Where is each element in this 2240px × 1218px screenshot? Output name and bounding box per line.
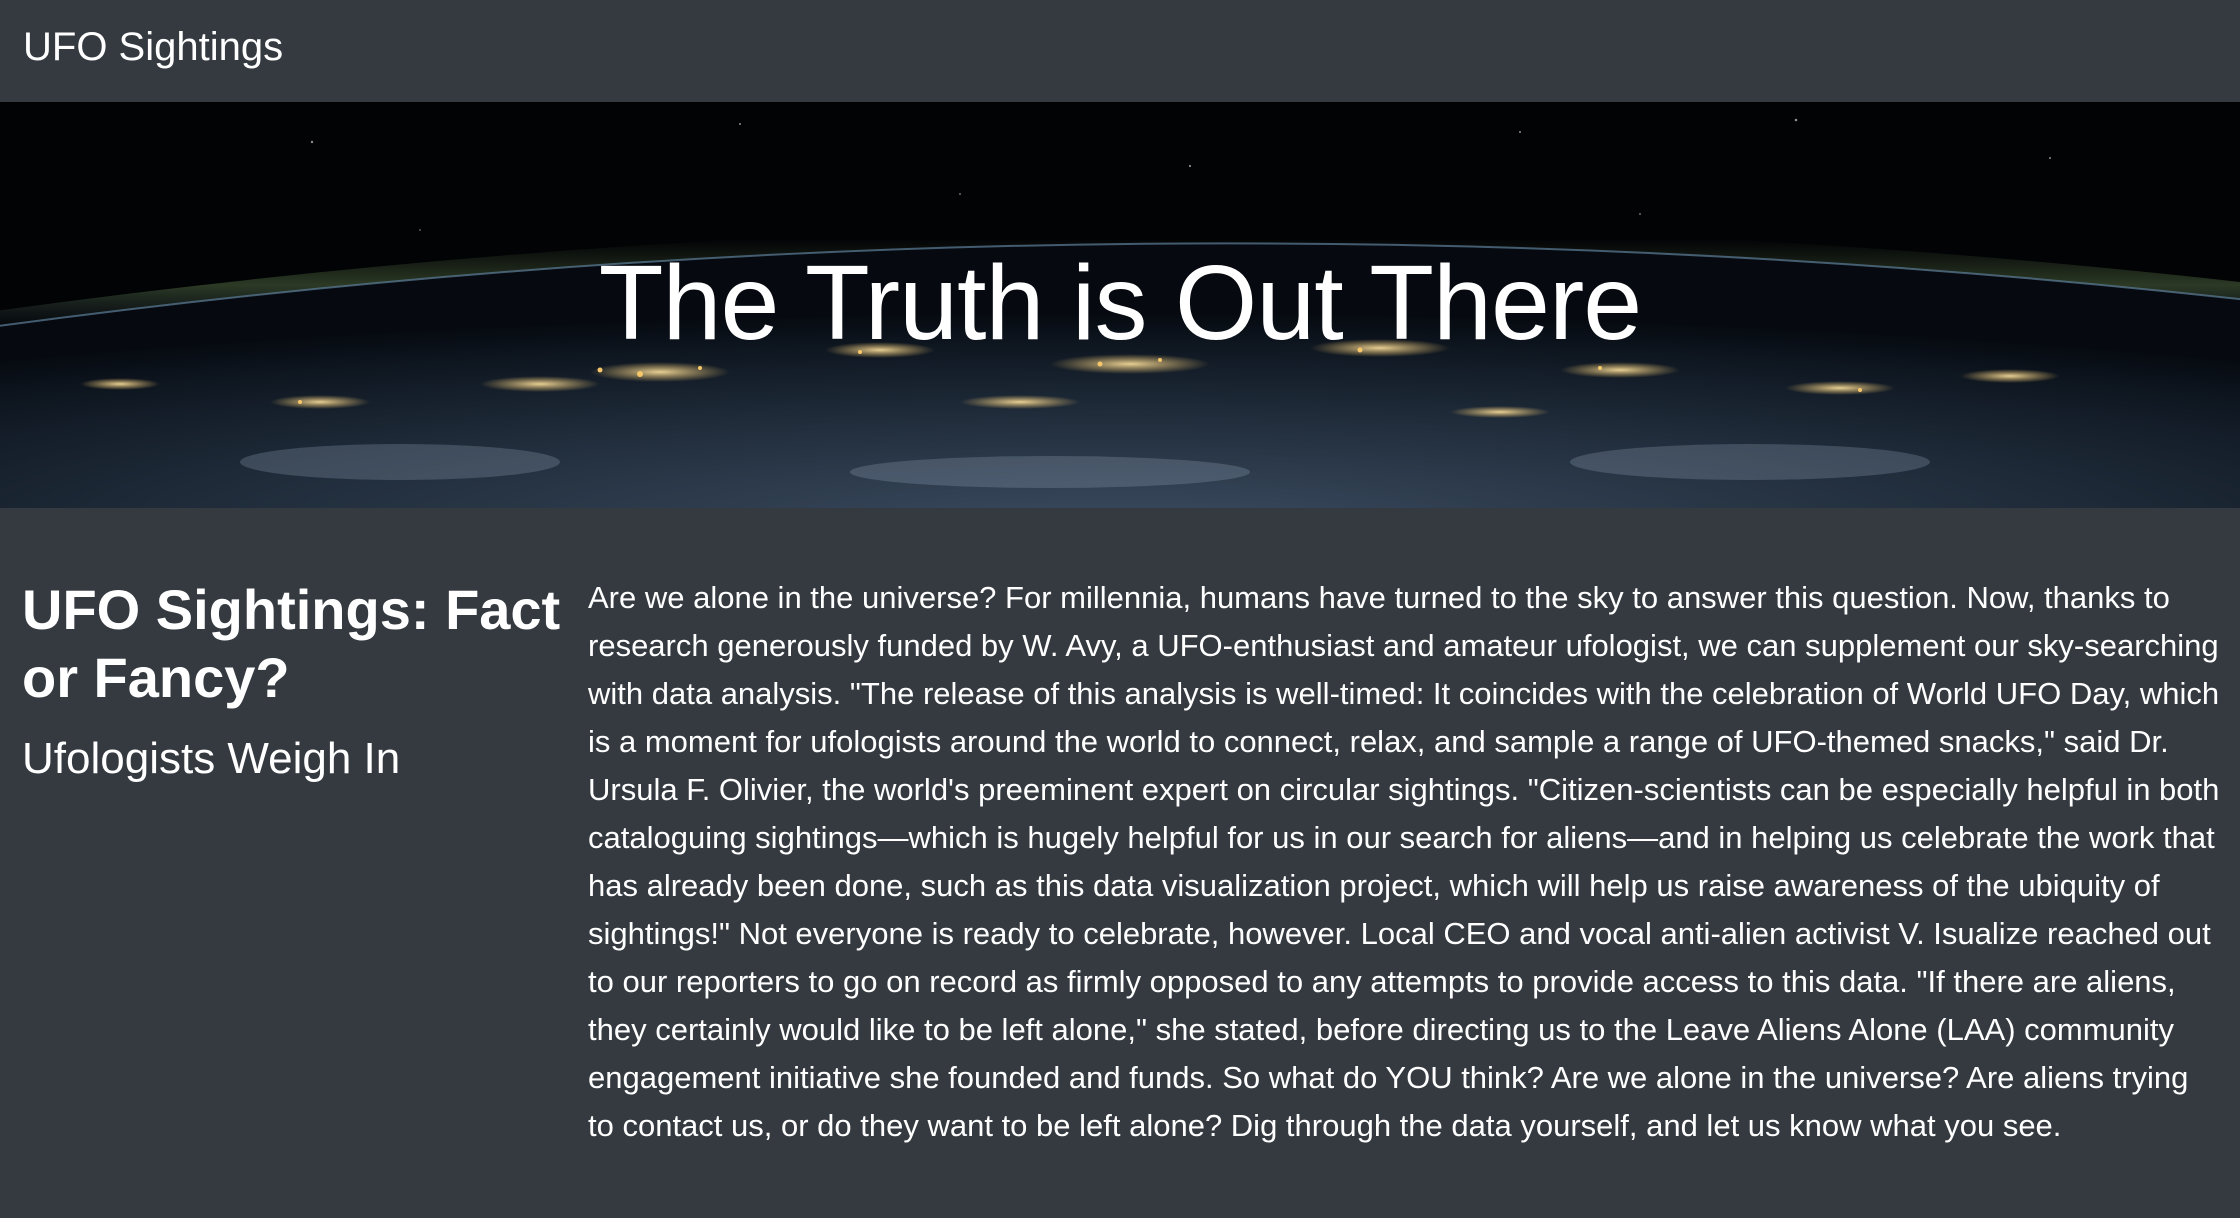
article-subheading: Ufologists Weigh In — [22, 734, 401, 783]
article-header: UFO Sightings: Fact or Fancy? Ufologists… — [22, 576, 562, 786]
navbar-brand[interactable]: UFO Sightings — [23, 22, 283, 72]
main-content: UFO Sightings: Fact or Fancy? Ufologists… — [0, 508, 2240, 1218]
hero-banner: The Truth is Out There — [0, 102, 2240, 508]
navbar: UFO Sightings — [0, 0, 2240, 102]
article-body: Are we alone in the universe? For millen… — [588, 580, 2220, 1143]
article-heading: UFO Sightings: Fact or Fancy? — [22, 578, 561, 709]
hero-title: The Truth is Out There — [598, 244, 1642, 362]
